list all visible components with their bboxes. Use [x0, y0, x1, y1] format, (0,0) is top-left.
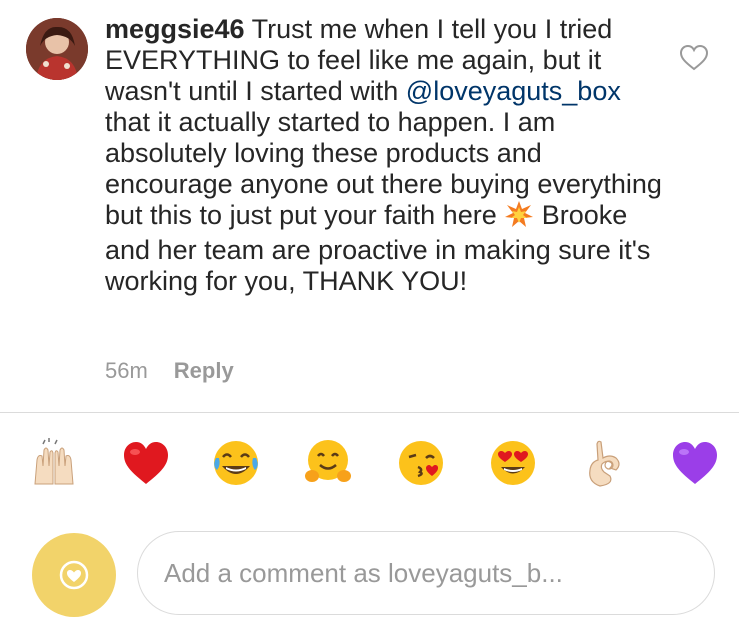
purple-heart-icon[interactable] — [670, 438, 720, 488]
mention-link[interactable]: @loveyaguts_box — [406, 76, 621, 106]
heart-eyes-icon[interactable] — [488, 438, 538, 488]
sparkle-burst-icon — [504, 200, 534, 235]
avatar-photo — [26, 18, 88, 80]
commenter-avatar[interactable] — [26, 18, 88, 80]
ok-hand-icon[interactable] — [580, 438, 630, 488]
hugging-face-icon[interactable] — [303, 438, 353, 488]
heart-avatar-icon — [59, 560, 89, 590]
comment-body: meggsie46 Trust me when I tell you I tri… — [105, 14, 665, 297]
comment-username[interactable]: meggsie46 — [105, 14, 245, 44]
composer-avatar[interactable] — [32, 533, 116, 617]
emoji-quick-bar — [0, 430, 739, 500]
tears-of-joy-icon[interactable] — [211, 438, 261, 488]
red-heart-icon[interactable] — [121, 438, 171, 488]
comment-input[interactable] — [137, 531, 715, 615]
raised-hands-icon[interactable] — [29, 438, 79, 488]
comment-time: 56m — [105, 358, 148, 383]
face-blowing-kiss-icon[interactable] — [396, 438, 446, 488]
reply-button[interactable]: Reply — [174, 358, 234, 383]
heart-outline-icon[interactable] — [679, 44, 709, 72]
divider — [0, 412, 739, 413]
comment-meta: 56m Reply — [105, 358, 234, 384]
